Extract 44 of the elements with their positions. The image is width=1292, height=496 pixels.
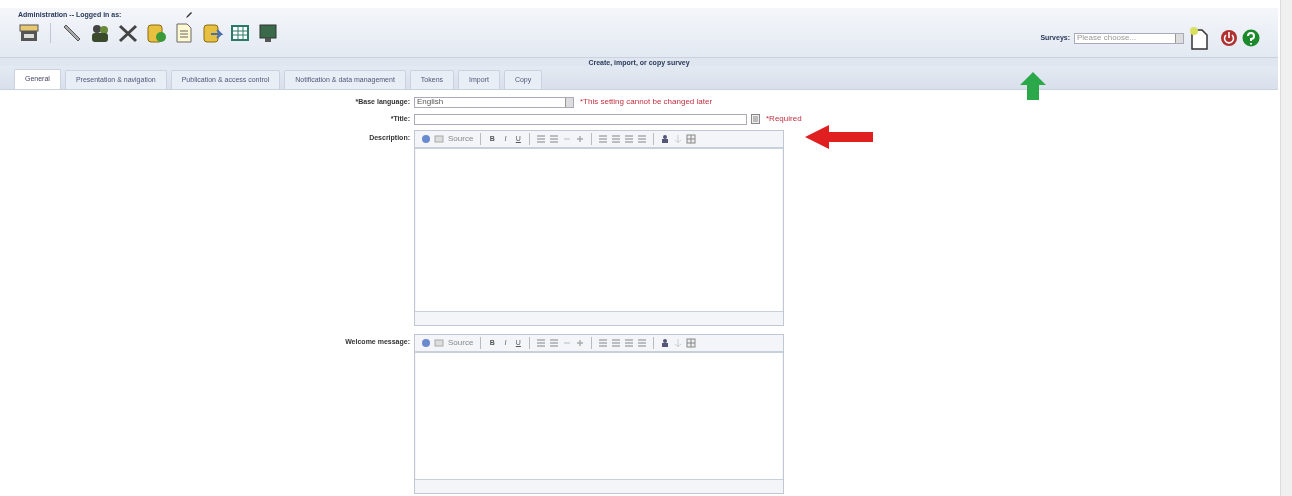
power-icon[interactable] bbox=[1220, 29, 1238, 47]
monitor-icon[interactable] bbox=[257, 22, 279, 43]
indent-icon[interactable] bbox=[575, 338, 586, 348]
align-center-icon[interactable] bbox=[611, 134, 622, 144]
language-select[interactable]: English bbox=[414, 96, 574, 108]
image-icon[interactable] bbox=[434, 134, 444, 144]
table-icon[interactable] bbox=[229, 22, 251, 43]
editor-area[interactable] bbox=[416, 353, 782, 479]
align-right-icon[interactable] bbox=[624, 134, 635, 144]
pencil-icon[interactable] bbox=[185, 11, 194, 20]
indent-icon[interactable] bbox=[575, 134, 586, 144]
pointer-arrow bbox=[805, 125, 873, 149]
people-icon[interactable] bbox=[89, 22, 111, 43]
warning-note: *This setting cannot be changed later bbox=[580, 96, 713, 108]
export-icon[interactable] bbox=[201, 22, 223, 43]
help-icon[interactable] bbox=[1242, 29, 1260, 47]
source-button[interactable]: Source bbox=[447, 337, 475, 349]
editor-area[interactable] bbox=[416, 149, 782, 311]
globe-icon[interactable] bbox=[421, 338, 431, 348]
justify-icon[interactable] bbox=[637, 134, 648, 144]
new-document-icon[interactable] bbox=[1188, 26, 1210, 50]
up-arrow bbox=[1020, 72, 1046, 100]
bullet-list-icon[interactable] bbox=[549, 338, 560, 348]
scrollbar[interactable] bbox=[1280, 0, 1292, 496]
align-center-icon[interactable] bbox=[611, 338, 622, 348]
table-icon[interactable] bbox=[686, 338, 697, 348]
align-left-icon[interactable] bbox=[598, 134, 609, 144]
align-left-icon[interactable] bbox=[598, 338, 609, 348]
home-icon[interactable] bbox=[18, 22, 40, 43]
table-icon[interactable] bbox=[686, 134, 697, 144]
source-button[interactable]: Source bbox=[447, 133, 475, 145]
bullet-list-icon[interactable] bbox=[549, 134, 560, 144]
title-field[interactable] bbox=[414, 113, 747, 125]
people-icon[interactable] bbox=[660, 134, 671, 144]
editor-icon[interactable] bbox=[751, 114, 760, 124]
database-icon[interactable] bbox=[145, 22, 167, 43]
globe-icon[interactable] bbox=[421, 134, 431, 144]
justify-icon[interactable] bbox=[637, 338, 648, 348]
people-icon[interactable] bbox=[660, 338, 671, 348]
numbered-list-icon[interactable] bbox=[536, 134, 547, 144]
numbered-list-icon[interactable] bbox=[536, 338, 547, 348]
align-right-icon[interactable] bbox=[624, 338, 635, 348]
required-note: *Required bbox=[766, 113, 802, 125]
image-icon[interactable] bbox=[434, 338, 444, 348]
